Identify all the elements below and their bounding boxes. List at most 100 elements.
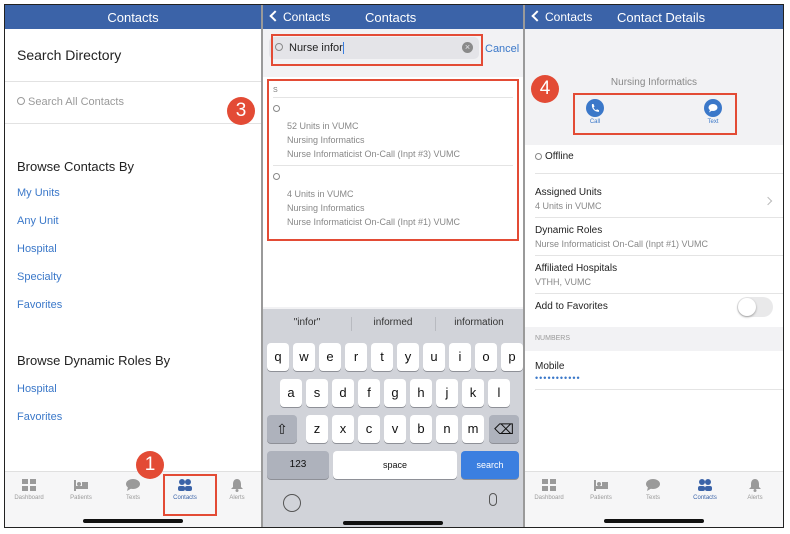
callout-4: 4 <box>531 75 559 103</box>
tab-bar: Dashboard Patients Texts Contacts Alerts <box>5 471 261 527</box>
home-indicator <box>83 519 183 523</box>
back-button[interactable]: Contacts <box>531 10 593 24</box>
link-roles-favorites[interactable]: Favorites <box>17 411 62 423</box>
back-label: Contacts <box>283 10 331 24</box>
tab-patients[interactable]: Patients <box>577 478 625 501</box>
favorites-toggle[interactable] <box>737 297 773 317</box>
contacts-people-icon <box>698 479 712 491</box>
tab-texts[interactable]: Texts <box>629 478 677 501</box>
key-o[interactable]: o <box>475 343 497 371</box>
toggle-knob <box>738 298 756 316</box>
keyboard: "infor" informed information q w e r t y… <box>263 309 523 527</box>
chevron-left-icon <box>531 10 543 22</box>
dashboard-icon <box>22 479 36 491</box>
cancel-button[interactable]: Cancel <box>485 43 519 55</box>
dynamic-roles-value: Nurse Informaticist On-Call (Inpt #1) VU… <box>535 239 709 249</box>
suggestion-information[interactable]: information <box>439 317 519 328</box>
status-text: Offline <box>545 151 574 162</box>
key-c[interactable]: c <box>358 415 380 443</box>
key-b[interactable]: b <box>410 415 432 443</box>
tab-alerts[interactable]: Alerts <box>213 478 261 501</box>
dynamic-roles-label: Dynamic Roles <box>535 225 603 236</box>
key-z[interactable]: z <box>306 415 328 443</box>
nav-bar: Contacts Contacts <box>263 5 523 29</box>
tab-contacts[interactable]: Contacts <box>681 478 729 501</box>
microphone-icon[interactable] <box>489 493 497 506</box>
suggestion-informed[interactable]: informed <box>353 317 433 328</box>
key-x[interactable]: x <box>332 415 354 443</box>
nav-title: Contact Details <box>617 10 706 25</box>
callout-1: 1 <box>136 451 164 479</box>
search-key[interactable]: search <box>461 451 519 479</box>
tab-label: Dashboard <box>14 495 44 501</box>
tab-dashboard[interactable]: Dashboard <box>5 478 53 501</box>
add-to-favorites-label: Add to Favorites <box>535 301 608 312</box>
back-button[interactable]: Contacts <box>269 10 331 24</box>
key-j[interactable]: j <box>436 379 458 407</box>
contact-details-panel: Contacts Contact Details Nursing Informa… <box>525 5 783 527</box>
divider <box>435 317 436 331</box>
tab-label: Patients <box>590 495 612 501</box>
tab-dashboard[interactable]: Dashboard <box>525 478 573 501</box>
key-t[interactable]: t <box>371 343 393 371</box>
tab-patients[interactable]: Patients <box>57 478 105 501</box>
back-label: Contacts <box>545 10 593 24</box>
tab-label: Texts <box>125 495 140 501</box>
link-my-units[interactable]: My Units <box>17 187 60 199</box>
key-g[interactable]: g <box>384 379 406 407</box>
suggestion-quoted[interactable]: "infor" <box>267 317 347 328</box>
bell-icon <box>749 479 761 492</box>
search-placeholder: Search All Contacts <box>28 96 124 108</box>
key-n[interactable]: n <box>436 415 458 443</box>
offline-dot-icon <box>535 153 542 160</box>
link-hospital[interactable]: Hospital <box>17 243 57 255</box>
tab-label: Patients <box>70 495 92 501</box>
key-h[interactable]: h <box>410 379 432 407</box>
divider <box>535 217 783 218</box>
key-p[interactable]: p <box>501 343 523 371</box>
emoji-icon[interactable] <box>283 494 301 512</box>
search-panel: Contacts Contacts Nurse infor × Cancel S… <box>263 5 523 527</box>
key-m[interactable]: m <box>462 415 484 443</box>
numbers-section-header: NUMBERS <box>525 327 783 351</box>
key-s[interactable]: s <box>306 379 328 407</box>
home-indicator <box>604 519 704 523</box>
key-i[interactable]: i <box>449 343 471 371</box>
tab-label: Contacts <box>693 495 717 501</box>
contacts-panel: Contacts Search Directory Search All Con… <box>5 5 261 527</box>
chat-bubble-icon <box>646 479 660 491</box>
key-k[interactable]: k <box>462 379 484 407</box>
divider <box>5 123 261 124</box>
link-favorites[interactable]: Favorites <box>17 299 62 311</box>
key-l[interactable]: l <box>488 379 510 407</box>
numbers-key[interactable]: 123 <box>267 451 329 479</box>
key-w[interactable]: w <box>293 343 315 371</box>
key-f[interactable]: f <box>358 379 380 407</box>
key-d[interactable]: d <box>332 379 354 407</box>
link-roles-hospital[interactable]: Hospital <box>17 383 57 395</box>
space-key[interactable]: space <box>333 451 457 479</box>
key-y[interactable]: y <box>397 343 419 371</box>
link-any-unit[interactable]: Any Unit <box>17 215 59 227</box>
search-icon <box>17 97 25 105</box>
delete-key[interactable]: ⌫ <box>489 415 519 443</box>
numbers-label: NUMBERS <box>535 335 571 342</box>
tab-label: Texts <box>645 495 660 501</box>
key-e[interactable]: e <box>319 343 341 371</box>
shift-key[interactable]: ⇧ <box>267 415 297 443</box>
mobile-number[interactable]: ••••••••••• <box>535 373 581 383</box>
nav-bar: Contacts Contact Details <box>525 5 783 29</box>
affiliated-hospitals-label: Affiliated Hospitals <box>535 263 618 274</box>
tab-texts[interactable]: Texts <box>109 478 157 501</box>
search-all-contacts-input[interactable]: Search All Contacts <box>13 90 253 116</box>
key-v[interactable]: v <box>384 415 406 443</box>
tab-label: Alerts <box>747 495 763 501</box>
tab-alerts[interactable]: Alerts <box>731 478 779 501</box>
key-u[interactable]: u <box>423 343 445 371</box>
key-q[interactable]: q <box>267 343 289 371</box>
dashboard-icon <box>542 479 556 491</box>
nav-title: Contacts <box>365 10 417 25</box>
key-a[interactable]: a <box>280 379 302 407</box>
link-specialty[interactable]: Specialty <box>17 271 62 283</box>
key-r[interactable]: r <box>345 343 367 371</box>
